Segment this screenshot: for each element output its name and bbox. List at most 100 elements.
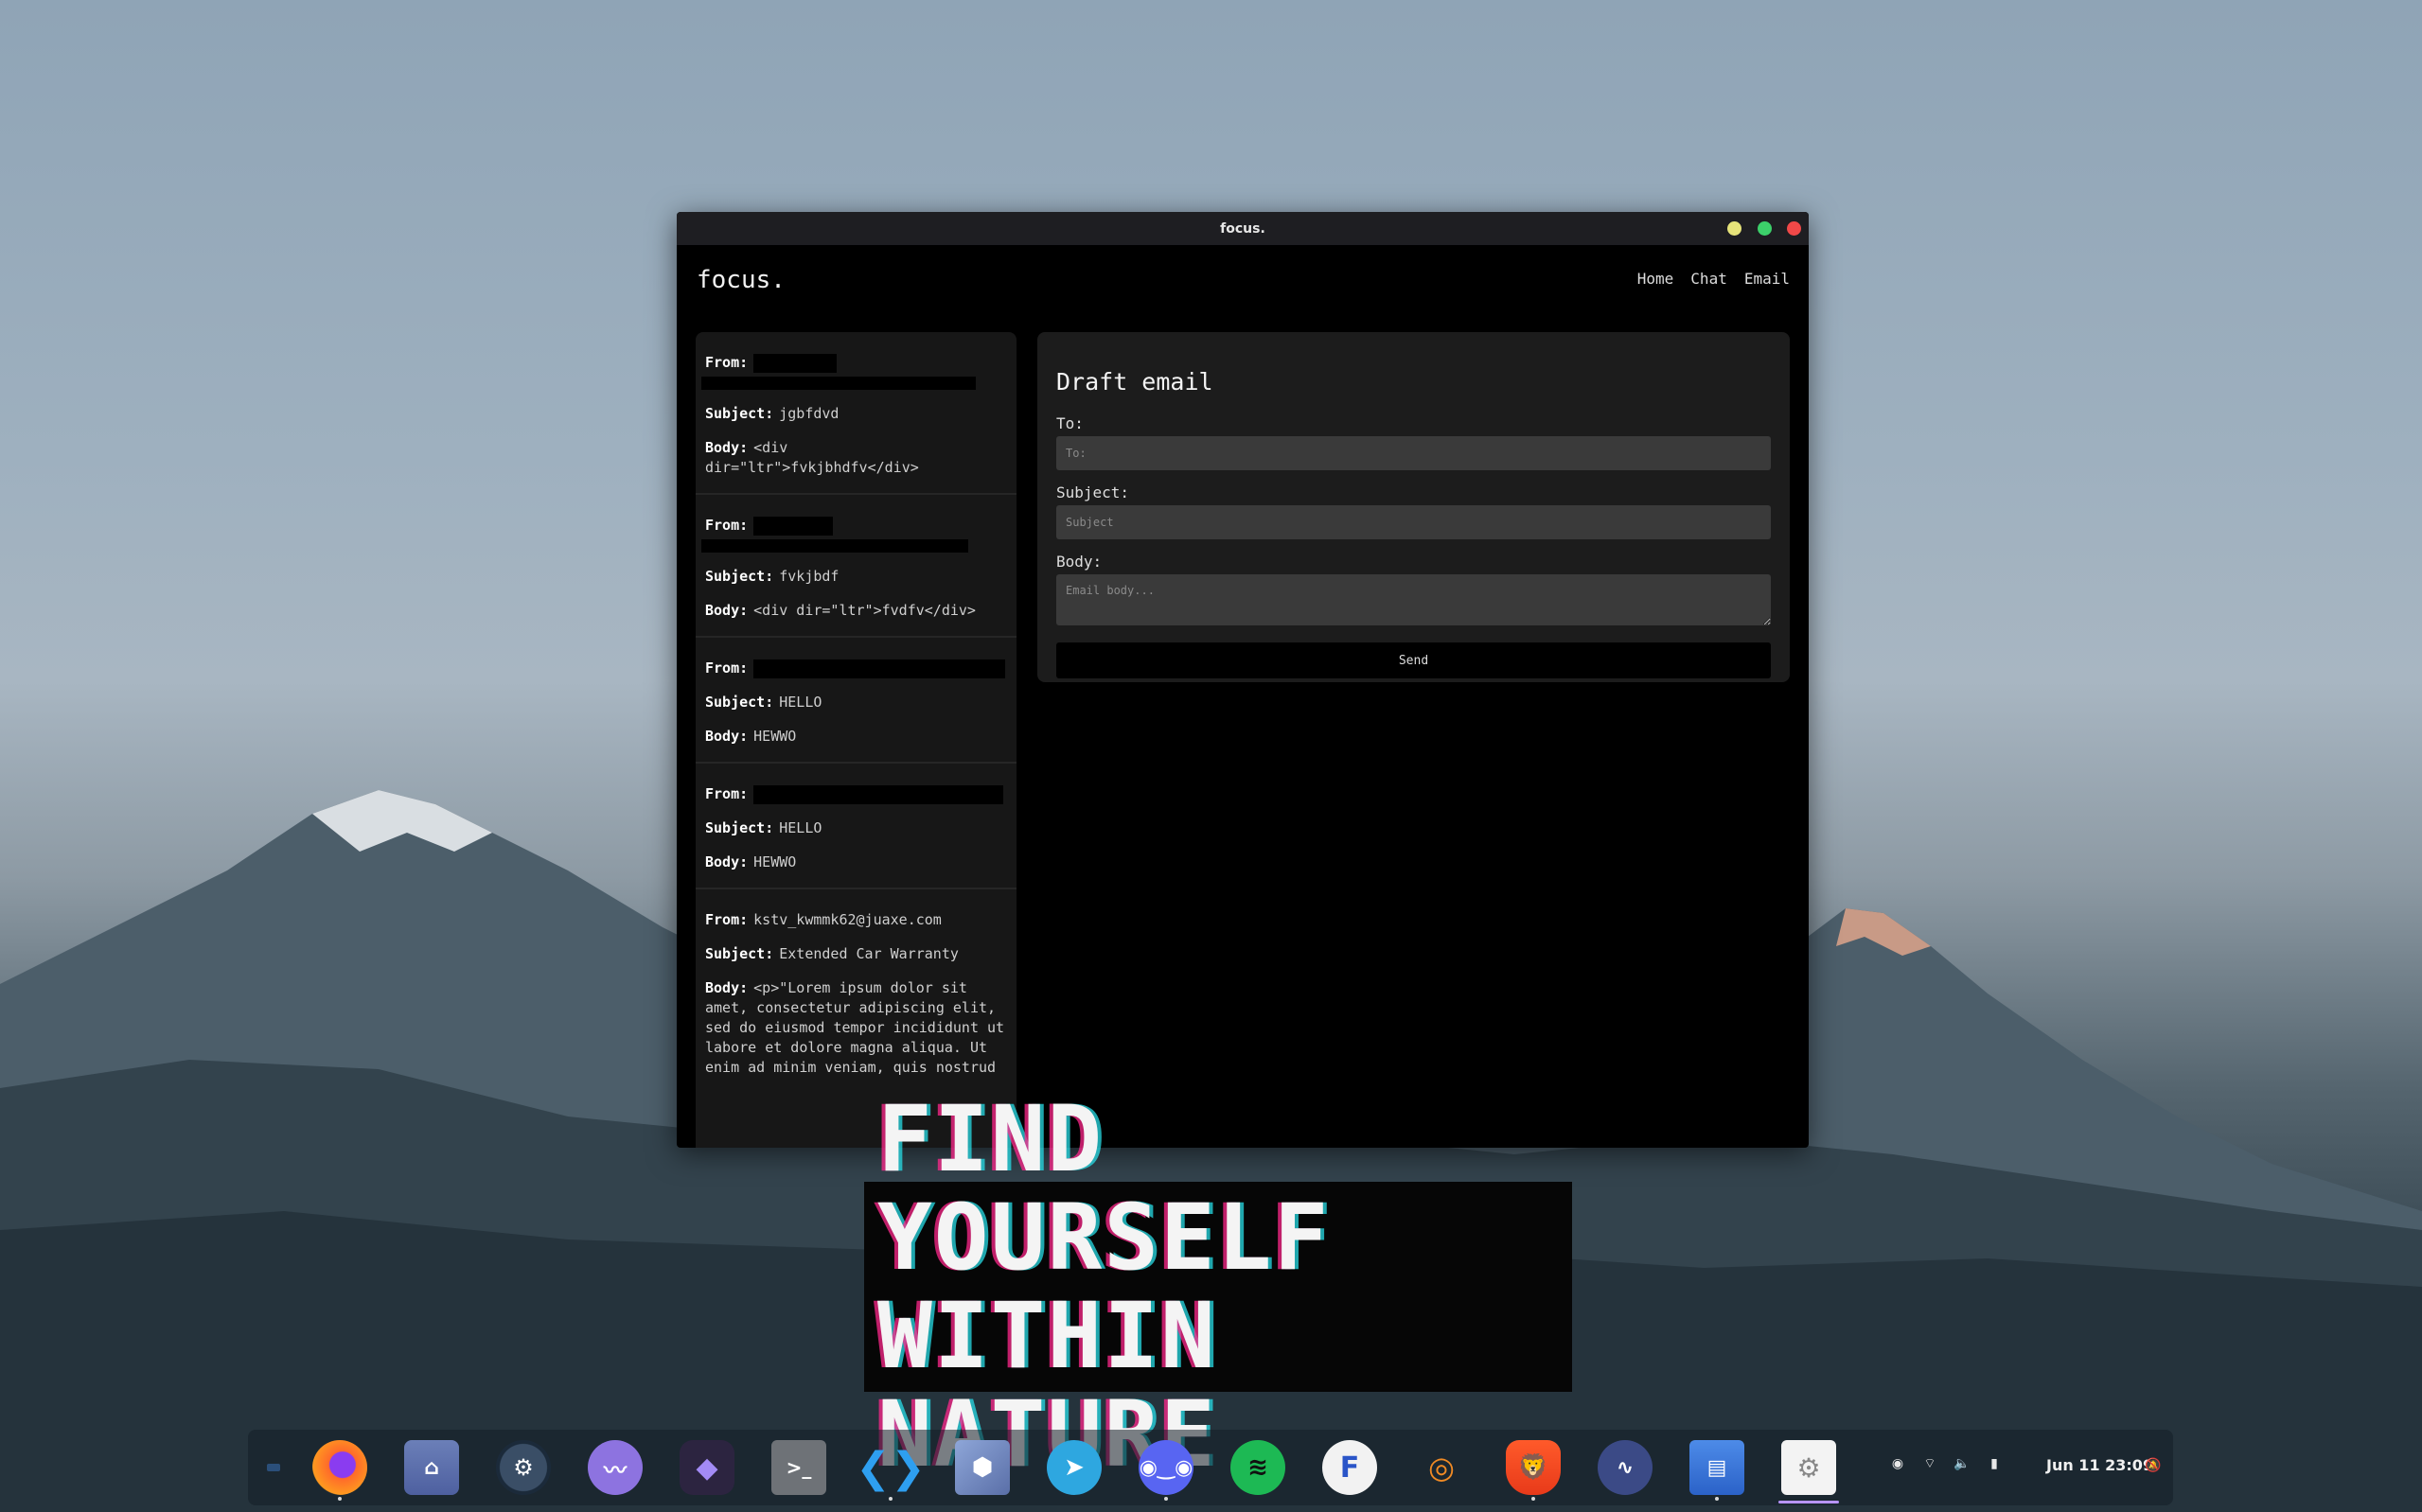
app-header: focus. Home Chat Email xyxy=(677,245,1809,311)
body-value: <div dir="ltr">fvdfv</div> xyxy=(753,602,976,619)
redacted-sender xyxy=(753,659,1006,678)
email-from: From: xyxy=(701,516,1007,553)
subject-label: Subject: xyxy=(1056,483,1130,501)
window-titlebar[interactable]: focus. xyxy=(677,212,1809,245)
discord-icon[interactable]: ◉‿◉ xyxy=(1139,1440,1193,1501)
system-tray: ◉ ⌔ 🔈 ▮ xyxy=(1890,1456,2002,1471)
email-body: Body: HEWWO xyxy=(705,727,1007,747)
virtualbox-icon[interactable]: ⬢ xyxy=(955,1440,1010,1495)
volume-icon[interactable]: 🔈 xyxy=(1954,1456,1970,1471)
battery-icon[interactable]: ▮ xyxy=(1987,1456,2002,1471)
from-label: From: xyxy=(705,659,749,677)
email-from: From: xyxy=(705,659,1007,678)
body-value: HEWWO xyxy=(753,728,797,745)
minimize-button[interactable] xyxy=(1727,221,1741,236)
body-label: Body: xyxy=(705,728,749,745)
email-subject: Subject: jgbfdvd xyxy=(705,404,1007,424)
send-button[interactable]: Send xyxy=(1056,642,1771,678)
maximize-button[interactable] xyxy=(1758,221,1772,236)
email-item[interactable]: From: Subject: HELLO Body: HEWWO xyxy=(696,638,1017,764)
subject-input[interactable] xyxy=(1056,505,1771,539)
email-item[interactable]: From: Subject: fvkjbdf Body: <div dir="ltr… xyxy=(696,495,1017,638)
body-value: HEWWO xyxy=(753,853,797,870)
obsidian-icon[interactable]: ◆ xyxy=(680,1440,734,1495)
subject-value: HELLO xyxy=(779,819,822,836)
files-icon[interactable]: ⌂ xyxy=(404,1440,459,1495)
email-subject: Subject: HELLO xyxy=(705,818,1007,838)
app-window: focus. focus. Home Chat Email From: Subj… xyxy=(677,212,1809,1148)
subject-value: jgbfdvd xyxy=(779,405,840,422)
email-body: Body: <div dir="ltr">fvkjbhdfv</div> xyxy=(705,438,1007,478)
software-center-icon[interactable]: ▤ xyxy=(1689,1440,1744,1501)
subject-label: Subject: xyxy=(705,405,774,422)
body-label: Body: xyxy=(705,853,749,870)
email-item[interactable]: From: kstv_kwmmk62@juaxe.com Subject: Exte… xyxy=(696,889,1017,1093)
vscode-icon[interactable]: ❮❯ xyxy=(856,1440,926,1501)
from-label: From: xyxy=(705,517,749,534)
wallpaper-banner: FIND YOURSELF WITHIN NATURE xyxy=(864,1090,1572,1484)
nav-chat[interactable]: Chat xyxy=(1690,270,1727,288)
app-logo[interactable]: focus. xyxy=(697,266,786,294)
nav-home[interactable]: Home xyxy=(1637,270,1674,288)
email-item[interactable]: From: Subject: HELLO Body: HEWWO xyxy=(696,764,1017,889)
body-label: Body: xyxy=(1056,553,1103,571)
draft-email-panel: Draft email To: Subject: Body: Send xyxy=(1037,332,1790,682)
spotify-icon[interactable]: ≋ xyxy=(1230,1440,1285,1495)
draft-heading: Draft email xyxy=(1056,368,1213,396)
from-label: From: xyxy=(705,785,749,802)
from-label: From: xyxy=(705,354,749,371)
telegram-icon[interactable]: ➤ xyxy=(1047,1440,1102,1495)
clock[interactable]: Jun 11 23:09 xyxy=(2046,1456,2153,1474)
window-title: focus. xyxy=(1220,220,1265,237)
body-label: Body: xyxy=(705,439,749,456)
from-value: kstv_kwmmk62@juaxe.com xyxy=(753,911,942,928)
redacted-sender xyxy=(701,539,968,553)
flatseal-icon[interactable]: F xyxy=(1322,1440,1377,1495)
email-subject: Subject: HELLO xyxy=(705,693,1007,712)
email-body: Body: HEWWO xyxy=(705,853,1007,872)
body-textarea[interactable] xyxy=(1056,574,1771,625)
nav-email[interactable]: Email xyxy=(1744,270,1790,288)
main-nav: Home Chat Email xyxy=(1637,270,1790,288)
email-body: Body: <div dir="ltr">fvdfv</div> xyxy=(705,601,1007,621)
email-body: Body: <p>"Lorem ipsum dolor sit amet, con… xyxy=(705,978,1007,1078)
subject-label: Subject: xyxy=(705,694,774,711)
brave-icon[interactable]: 🦁 xyxy=(1506,1440,1561,1501)
system-monitor-icon[interactable]: ∿ xyxy=(1598,1440,1653,1495)
email-from: From: kstv_kwmmk62@juaxe.com xyxy=(705,910,1007,930)
redacted-sender xyxy=(753,353,838,373)
subject-label: Subject: xyxy=(705,568,774,585)
email-from: From: xyxy=(701,353,1007,390)
email-from: From: xyxy=(705,784,1007,804)
wifi-icon[interactable]: ⌔ xyxy=(1922,1456,1937,1471)
from-label: From: xyxy=(705,911,749,928)
terminal-icon[interactable]: >_ xyxy=(771,1440,826,1495)
email-subject: Subject: fvkjbdf xyxy=(705,567,1007,587)
notifications-off-icon[interactable]: 🔕 xyxy=(2145,1458,2161,1473)
settings-icon[interactable]: ⚙ xyxy=(1778,1440,1839,1503)
blender-icon[interactable]: ◎ xyxy=(1414,1440,1469,1495)
firefox-icon[interactable] xyxy=(312,1440,367,1501)
email-item[interactable]: From: Subject: jgbfdvd Body: <div dir="ltr… xyxy=(696,332,1017,495)
body-value: <p>"Lorem ipsum dolor sit amet, consecte… xyxy=(705,979,1005,1076)
inbox-list[interactable]: From: Subject: jgbfdvd Body: <div dir="ltr… xyxy=(696,332,1017,1148)
body-label: Body: xyxy=(705,979,749,996)
mustache-app-icon[interactable]: 〰 xyxy=(588,1440,643,1495)
subject-label: Subject: xyxy=(705,819,774,836)
subject-value: HELLO xyxy=(779,694,822,711)
dock: ⌂ ⚙ 〰 ◆ >_ ❮❯ ⬢ ➤ ◉‿◉ ≋ F ◎ 🦁 ∿ ▤ ⚙ ◉ ⌔ … xyxy=(248,1430,2173,1505)
steam-icon[interactable]: ⚙ xyxy=(496,1440,551,1495)
banner-line-1: FIND YOURSELF xyxy=(877,1086,1331,1291)
redacted-sender xyxy=(753,516,834,536)
to-label: To: xyxy=(1056,414,1084,432)
to-input[interactable] xyxy=(1056,436,1771,470)
discord-tray-icon[interactable]: ◉ xyxy=(1890,1456,1905,1471)
close-button[interactable] xyxy=(1787,221,1801,236)
body-label: Body: xyxy=(705,602,749,619)
redacted-sender xyxy=(753,784,1004,804)
email-subject: Subject: Extended Car Warranty xyxy=(705,944,1007,964)
subject-value: fvkjbdf xyxy=(779,568,840,585)
workspace-indicator-icon[interactable] xyxy=(267,1464,280,1471)
redacted-sender xyxy=(701,377,976,390)
subject-value: Extended Car Warranty xyxy=(779,945,959,962)
